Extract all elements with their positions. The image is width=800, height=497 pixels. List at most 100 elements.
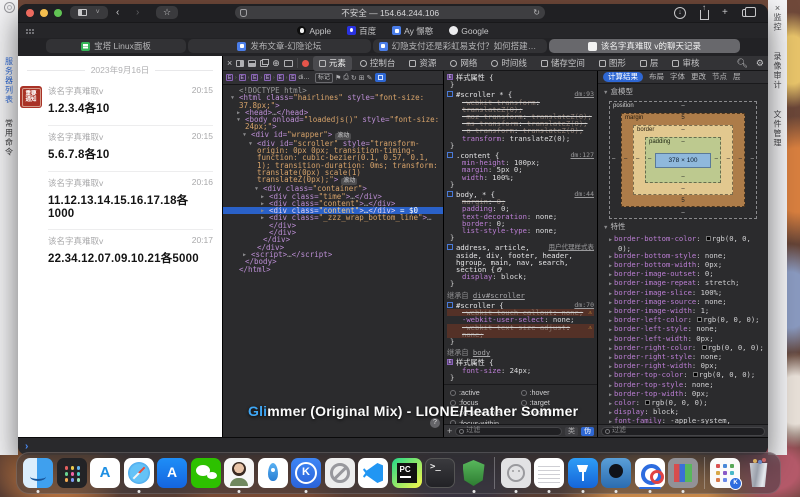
dock-rocket-icon[interactable] xyxy=(258,458,288,488)
add-rule-button[interactable]: + xyxy=(447,427,452,436)
dom-node[interactable]: </div> xyxy=(223,236,443,243)
style-rule[interactable]: dm:44body, * {margin: 0;padding: 0;text-… xyxy=(447,191,594,241)
right-background-app[interactable]: × 监控 录像审计 文件管理 xyxy=(768,0,787,455)
dom-tree[interactable]: <!DOCTYPE html>▼<html class="hairlines" … xyxy=(223,85,443,437)
rule-source-link[interactable]: dm:44 xyxy=(574,191,594,198)
forward-button[interactable]: › xyxy=(136,7,139,19)
style-rule[interactable]: E样式属性 {} xyxy=(447,74,594,88)
breadcrumb-element-icon[interactable]: E xyxy=(277,74,284,81)
inspector-close-icon[interactable]: × xyxy=(227,58,232,68)
computed-property[interactable]: ▶border-bottom-color: rgb(0, 0, 0); xyxy=(602,235,764,251)
left-background-app[interactable]: 服务器列表 常用命令 xyxy=(0,0,18,455)
inspector-tab-2[interactable]: 控制台 xyxy=(354,56,402,71)
dom-node[interactable]: </div> xyxy=(223,229,443,236)
panel-tab-6[interactable]: 层 xyxy=(733,73,741,80)
panel-tab-4[interactable]: 更改 xyxy=(691,73,706,80)
css-property[interactable]: width: 100%; xyxy=(447,174,594,181)
tab-3[interactable]: 幻隐支付还是彩虹易支付？如何搭建一款支付... xyxy=(373,39,547,53)
panel-tab-5[interactable]: 节点 xyxy=(712,73,727,80)
dock-stickers-icon[interactable] xyxy=(501,458,531,488)
force-reload-icon[interactable]: ↻ xyxy=(351,74,357,82)
dock-safari-icon[interactable] xyxy=(124,458,154,488)
dom-node[interactable]: </html> xyxy=(223,266,443,273)
style-rule[interactable]: 用户代理样式表address, article, aside, div, foo… xyxy=(447,244,594,287)
dock-books-icon[interactable] xyxy=(668,458,698,488)
share-button[interactable] xyxy=(700,10,709,20)
panel-tab-3[interactable]: 字体 xyxy=(670,73,685,80)
css-property[interactable]: -webkit-transform: translateZ(0); xyxy=(447,99,594,113)
dock-blocked-icon[interactable] xyxy=(325,458,355,488)
dock-vscode-icon[interactable] xyxy=(358,458,388,488)
back-button[interactable]: ‹ xyxy=(116,7,119,19)
dock-trash-icon[interactable] xyxy=(744,458,774,488)
computed-filter-input[interactable]: 过滤 xyxy=(601,427,765,436)
tab-1[interactable]: 宝塔 Linux面板 xyxy=(46,39,186,53)
left-app-item-common-commands[interactable]: 常用命令 xyxy=(4,119,15,157)
pseudo-toggle-active[interactable]: :active xyxy=(450,389,521,396)
right-app-item-file-manager[interactable]: 文件管理 xyxy=(772,110,783,148)
css-property[interactable]: transform: translateZ(0); xyxy=(447,135,594,142)
dock-launchpad-icon[interactable] xyxy=(57,458,87,488)
dom-node[interactable]: ▼<html class="hairlines" style="font-siz… xyxy=(223,94,443,109)
element-picker-active-icon[interactable] xyxy=(375,73,386,82)
left-app-item-server-list[interactable]: 服务器列表 xyxy=(4,57,15,105)
inherited-target-link[interactable]: div#scroller xyxy=(473,291,525,300)
new-tab-button[interactable]: + xyxy=(722,7,728,19)
inspector-tab-6[interactable]: 储存空间 xyxy=(535,56,591,71)
breadcrumb-element-icon[interactable]: E xyxy=(226,74,233,81)
address-bar[interactable]: 不安全 — 154.64.244.106 ↻ xyxy=(235,6,545,19)
css-property[interactable]: list-style-type: none; xyxy=(447,227,594,234)
rule-source-link[interactable]: dm:93 xyxy=(574,91,594,98)
favorite-apple[interactable]: Apple xyxy=(297,26,331,36)
dock-keynote-icon[interactable] xyxy=(568,458,598,488)
search-icon[interactable]: 🔍︎ xyxy=(736,58,747,69)
inspector-tab-7[interactable]: 图形 xyxy=(593,56,632,71)
pseudo-toggle-button[interactable]: 伪 xyxy=(581,427,594,436)
dock-xcode-icon[interactable]: A xyxy=(90,458,120,488)
box-model-header[interactable]: ▼盒模型 xyxy=(598,84,768,99)
inspector-tab-8[interactable]: 层 xyxy=(634,56,665,71)
styles-filter-input[interactable]: 过滤 xyxy=(455,427,562,436)
sidebar-toggle-group[interactable]: ˅ xyxy=(70,6,108,19)
breadcrumb-element-icon[interactable]: E xyxy=(264,74,271,81)
pseudo-toggle-hover[interactable]: :hover xyxy=(521,389,592,396)
dock-bottom-icon[interactable] xyxy=(248,60,256,67)
page-settings-icon[interactable] xyxy=(240,9,247,17)
lyrics-help-icon[interactable]: ? xyxy=(430,418,440,428)
dock-terminal-icon[interactable] xyxy=(425,458,455,488)
css-property[interactable]: -webkit-text-size-adjust: none;⚠ xyxy=(447,324,594,338)
dock-app-store-icon[interactable]: A xyxy=(157,458,187,488)
dock-baidu-netdisk-icon[interactable] xyxy=(635,458,665,488)
reload-icon[interactable]: ↻ xyxy=(533,8,540,17)
rule-source-link[interactable]: dm:127 xyxy=(571,152,594,159)
right-app-item-monitor[interactable]: 监控 xyxy=(772,13,783,32)
panel-tab-1[interactable]: 计算结果 xyxy=(603,72,643,82)
dock-right-icon[interactable] xyxy=(236,60,244,67)
style-rule[interactable]: dm:70#scroller {-webkit-touch-callout: n… xyxy=(447,302,594,345)
style-rule[interactable]: dm:127.content {min-height: 100px;margin… xyxy=(447,152,594,188)
dock-baota-icon[interactable] xyxy=(459,458,489,488)
tab-2[interactable]: 发布文章-幻隐论坛 xyxy=(188,39,371,53)
downloads-button[interactable]: ↓ xyxy=(674,7,686,19)
dom-node[interactable]: ▼<body onload="loadedjs()" style="font-s… xyxy=(223,116,443,131)
tab-4[interactable]: 该名字真难取 v的聊天记录 xyxy=(549,39,740,53)
css-property[interactable]: display: block; xyxy=(447,273,594,280)
panel-tab-2[interactable]: 布局 xyxy=(649,73,664,80)
breadcrumb-element-icon[interactable]: E xyxy=(289,74,296,81)
frequently-visited-grid-icon[interactable] xyxy=(26,29,28,31)
dock-speaker-icon[interactable] xyxy=(601,458,631,488)
gear-icon[interactable]: ⚙︎ xyxy=(756,58,764,69)
issues-badge[interactable] xyxy=(302,60,309,67)
inspector-tab-9[interactable]: 审核 xyxy=(666,56,705,71)
print-styles-icon[interactable]: ⎙ xyxy=(343,74,349,82)
breadcrumb-element-icon[interactable]: E xyxy=(251,74,258,81)
css-property[interactable]: font-size: 24px; xyxy=(447,367,594,374)
dom-node[interactable]: ▼<div id="scroller" style="transform-ori… xyxy=(223,140,443,185)
close-icon[interactable]: × xyxy=(775,3,780,13)
dock-contacts-icon[interactable] xyxy=(224,458,254,488)
breadcrumb-element-icon[interactable]: E xyxy=(239,74,246,81)
window-zoom-button[interactable] xyxy=(54,9,62,17)
window-close-button[interactable] xyxy=(26,9,34,17)
dom-node[interactable]: ▶<div class="_zzz_wrap_bottom_line">…</d… xyxy=(223,214,443,229)
inspector-tab-3[interactable]: 资源 xyxy=(403,56,442,71)
